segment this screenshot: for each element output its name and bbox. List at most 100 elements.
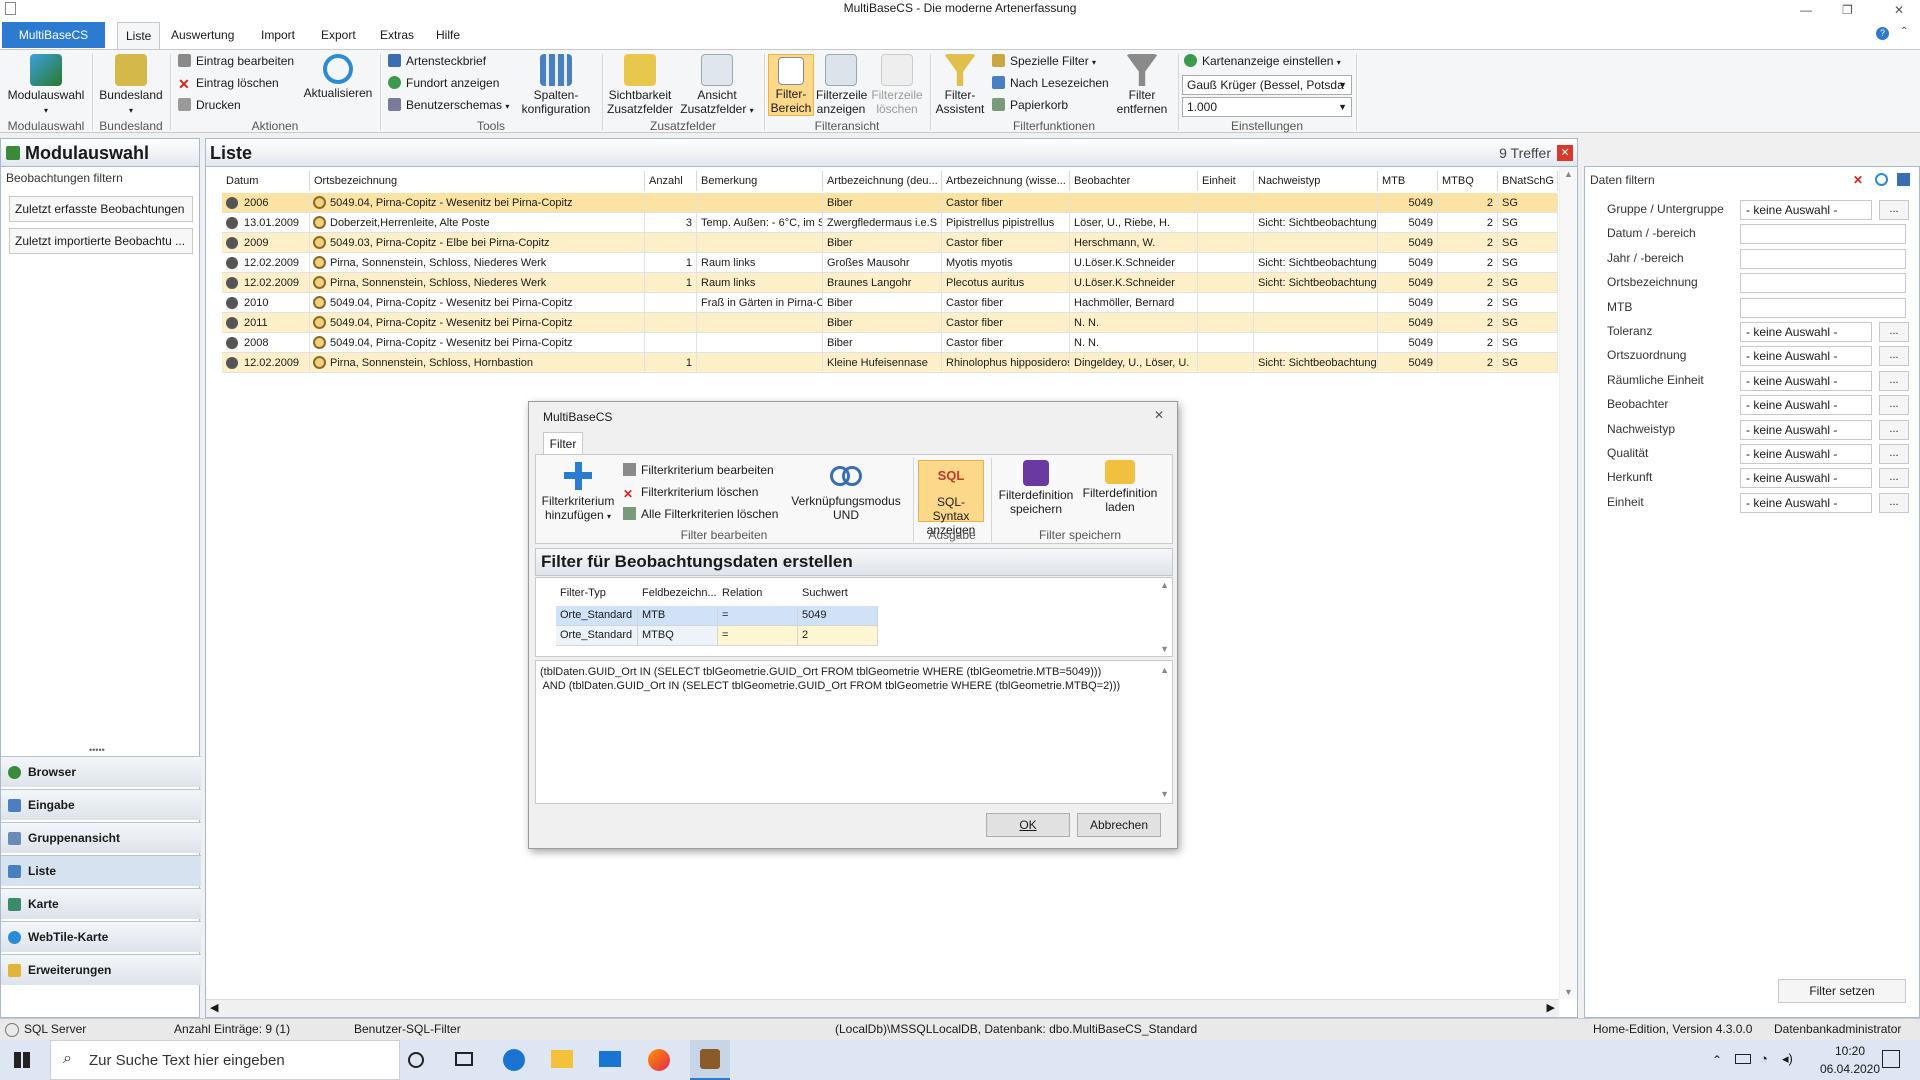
artensteckbrief-button[interactable]: Artensteckbrief bbox=[388, 53, 486, 69]
filter-browse-button[interactable]: ... bbox=[1879, 468, 1909, 489]
dialog-close-icon[interactable]: ✕ bbox=[1154, 408, 1164, 422]
clock-date[interactable]: 06.04.2020 bbox=[1812, 1062, 1888, 1076]
filter-value-input[interactable]: - keine Auswahl - bbox=[1740, 492, 1872, 513]
ok-button[interactable]: OK bbox=[986, 813, 1070, 837]
show-sql-button[interactable]: SQL SQL-Syntax anzeigen bbox=[918, 460, 984, 537]
filter-assistent-button[interactable]: Filter- Assistent bbox=[932, 54, 988, 116]
clock-time[interactable]: 10:20 bbox=[1820, 1044, 1880, 1058]
filter-value-input[interactable] bbox=[1740, 273, 1906, 294]
tab-export[interactable]: Export bbox=[313, 22, 364, 48]
criteria-column-header[interactable]: Feldbezeichn... bbox=[638, 584, 718, 604]
scroll-up-icon[interactable]: ▲ bbox=[1564, 169, 1573, 179]
dialog-tab-filter[interactable]: Filter bbox=[543, 432, 583, 454]
filter-value-input[interactable]: - keine Auswahl - bbox=[1740, 419, 1872, 440]
criteria-cell[interactable]: MTBQ bbox=[638, 626, 718, 646]
filter-entfernen-button[interactable]: Filter entfernen bbox=[1110, 54, 1174, 116]
mail-icon[interactable] bbox=[599, 1051, 621, 1067]
filter-value-input[interactable] bbox=[1740, 248, 1906, 269]
column-header[interactable]: Artbezeichnung (deu... bbox=[823, 171, 942, 191]
clear-filter-icon[interactable]: ✕ bbox=[1853, 173, 1863, 187]
ansicht-zusatzfelder-button[interactable]: Ansicht Zusatzfelder ▾ bbox=[678, 54, 756, 118]
recent-imports-button[interactable]: Zuletzt importierte Beobachtu ... bbox=[9, 228, 193, 254]
filter-browse-button[interactable]: ... bbox=[1879, 370, 1909, 391]
criteria-cell[interactable]: = bbox=[718, 606, 798, 626]
windows-start-icon[interactable] bbox=[14, 1052, 30, 1068]
projection-select[interactable]: Gauß Krüger (Bessel, Potsda ▼ bbox=[1182, 75, 1352, 95]
scroll-up-icon[interactable]: ▲ bbox=[1160, 580, 1169, 590]
filter-value-input[interactable]: - keine Auswahl - bbox=[1740, 468, 1872, 489]
vertical-scrollbar[interactable]: ▲ ▼ bbox=[1559, 167, 1577, 999]
cancel-button[interactable]: Abbrechen bbox=[1077, 813, 1161, 837]
filter-bereich-button[interactable]: Filter- Bereich bbox=[768, 54, 814, 116]
spaltenkonfiguration-button[interactable]: Spalten-konfiguration bbox=[514, 54, 598, 116]
filter-value-input[interactable]: - keine Auswahl - bbox=[1740, 444, 1872, 464]
tab-import[interactable]: Import bbox=[253, 22, 303, 48]
filter-value-input[interactable] bbox=[1740, 297, 1906, 318]
column-header[interactable]: Anzahl bbox=[645, 171, 697, 191]
nav-karte[interactable]: Karte bbox=[1, 888, 201, 919]
papierkorb-button[interactable]: Papierkorb bbox=[992, 97, 1068, 113]
minimize-button[interactable]: — bbox=[1800, 2, 1812, 18]
filter-value-input[interactable] bbox=[1740, 224, 1906, 245]
delete-all-criteria-button[interactable]: Alle Filterkriterien löschen bbox=[623, 507, 778, 521]
save-filter-button[interactable]: Filterdefinition speichern bbox=[995, 460, 1077, 516]
nav-webtile-karte[interactable]: WebTile-Karte bbox=[1, 921, 201, 952]
filter-browse-button[interactable]: ... bbox=[1879, 322, 1909, 342]
benutzerschemas-button[interactable]: Benutzerschemas ▾ bbox=[388, 97, 509, 115]
load-filter-button[interactable]: Filterdefinition laden bbox=[1079, 460, 1161, 514]
filter-value-input[interactable]: - keine Auswahl - bbox=[1740, 322, 1872, 342]
filter-browse-button[interactable]: ... bbox=[1879, 346, 1909, 367]
battery-icon[interactable] bbox=[1735, 1054, 1751, 1064]
eintrag-bearbeiten-button[interactable]: Eintrag bearbeiten bbox=[178, 53, 294, 69]
filter-value-input[interactable]: - keine Auswahl - bbox=[1740, 395, 1872, 416]
sichtbarkeit-zusatzfelder-button[interactable]: Sichtbarkeit Zusatzfelder bbox=[604, 54, 676, 116]
column-header[interactable]: MTBQ bbox=[1438, 171, 1498, 191]
filter-value-input[interactable]: - keine Auswahl - bbox=[1740, 370, 1872, 391]
taskbar-search[interactable]: ⌕ Zur Suche Text hier eingeben bbox=[50, 1040, 400, 1080]
scale-select[interactable]: 1.000 ▼ bbox=[1182, 97, 1352, 117]
bundesland-button[interactable]: Bundesland ▾ bbox=[96, 54, 166, 118]
nach-lesezeichen-button[interactable]: Nach Lesezeichen bbox=[992, 75, 1109, 91]
horizontal-scrollbar[interactable]: ◀ ▶ bbox=[206, 999, 1559, 1017]
firefox-icon[interactable] bbox=[648, 1049, 670, 1071]
modulauswahl-button[interactable]: Modulauswahl ▾ bbox=[4, 54, 88, 118]
nav-eingabe[interactable]: Eingabe bbox=[1, 789, 201, 820]
criteria-column-header[interactable]: Relation bbox=[718, 584, 798, 604]
wifi-icon[interactable]: ◔ bbox=[1760, 1051, 1768, 1066]
drucken-button[interactable]: Drucken bbox=[178, 97, 241, 113]
kartenanzeige-einstellen-button[interactable]: Kartenanzeige einstellen ▾ bbox=[1184, 53, 1341, 71]
tab-liste[interactable]: Liste bbox=[117, 22, 161, 50]
scroll-up-icon[interactable]: ▲ bbox=[1160, 663, 1169, 677]
criteria-column-header[interactable]: Suchwert bbox=[798, 584, 878, 604]
column-header[interactable]: Nachweistyp bbox=[1254, 171, 1378, 191]
file-explorer-icon[interactable] bbox=[551, 1050, 573, 1068]
column-header[interactable]: Beobachter bbox=[1070, 171, 1198, 191]
filterzeile-loeschen-button[interactable]: Filterzeile löschen bbox=[870, 54, 924, 116]
scroll-left-icon[interactable]: ◀ bbox=[210, 1001, 218, 1014]
criteria-cell[interactable]: Orte_Standard bbox=[556, 606, 638, 626]
close-button[interactable]: ✕ bbox=[1894, 2, 1904, 18]
criteria-cell[interactable]: Orte_Standard bbox=[556, 626, 638, 646]
tab-hilfe[interactable]: Hilfe bbox=[428, 22, 468, 48]
filterzeile-anzeigen-button[interactable]: Filterzeile anzeigen bbox=[816, 54, 867, 116]
fundort-anzeigen-button[interactable]: Fundort anzeigen bbox=[388, 75, 499, 91]
sql-text-area[interactable]: (tblDaten.GUID_Ort IN (SELECT tblGeometr… bbox=[535, 660, 1173, 804]
volume-icon[interactable]: ◂) bbox=[1782, 1051, 1793, 1067]
tab-extras[interactable]: Extras bbox=[372, 22, 422, 48]
nav-gruppenansicht[interactable]: Gruppenansicht bbox=[1, 822, 201, 853]
restore-button[interactable]: ❐ bbox=[1842, 2, 1853, 18]
criteria-cell[interactable]: = bbox=[718, 626, 798, 646]
scroll-down-icon[interactable]: ▼ bbox=[1160, 644, 1169, 654]
file-menu-button[interactable]: MultiBaseCS bbox=[2, 22, 105, 48]
delete-criterion-button[interactable]: ✕ Filterkriterium löschen bbox=[623, 485, 758, 501]
tab-auswertung[interactable]: Auswertung bbox=[163, 22, 242, 48]
scroll-right-icon[interactable]: ▶ bbox=[1547, 1001, 1555, 1014]
criteria-cell[interactable]: 5049 bbox=[798, 606, 878, 626]
add-criterion-button[interactable]: Filterkriterium hinzufügen ▾ bbox=[539, 460, 617, 524]
filter-browse-button[interactable]: ... bbox=[1879, 444, 1909, 464]
filter-browse-button[interactable]: ... bbox=[1879, 200, 1909, 220]
help-icon[interactable]: ? bbox=[1876, 27, 1889, 40]
spezielle-filter-button[interactable]: Spezielle Filter ▾ bbox=[992, 53, 1096, 71]
filter-setzen-button[interactable]: Filter setzen bbox=[1778, 979, 1906, 1003]
filter-browse-button[interactable]: ... bbox=[1879, 492, 1909, 513]
